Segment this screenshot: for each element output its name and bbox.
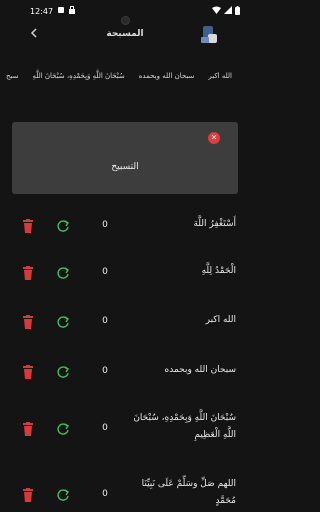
dhikr-text: الله اكبر bbox=[205, 315, 236, 325]
dhikr-chip[interactable]: سُبْحَانَ اللَّهِ وَبِحَمْدِهِ، سُبْحَان… bbox=[33, 72, 125, 80]
delete-icon[interactable] bbox=[22, 365, 34, 379]
dhikr-text: الْحَمْدُ لِلَّهِ bbox=[201, 266, 236, 276]
dhikr-row[interactable]: 0 اللهم صَلِّ وسَلِّمْ عَلَى نَبِيِّنَا … bbox=[0, 470, 250, 512]
dhikr-row[interactable]: 0 الْحَمْدُ لِلَّهِ bbox=[0, 253, 250, 293]
reset-icon[interactable] bbox=[56, 219, 70, 233]
dhikr-chip-list[interactable]: الله اكبر سبحان الله وبحمده سُبْحَانَ ال… bbox=[0, 68, 250, 84]
dhikr-count: 0 bbox=[102, 423, 108, 433]
dhikr-count: 0 bbox=[102, 267, 108, 277]
dhikr-chip[interactable]: الله اكبر bbox=[208, 72, 232, 80]
dhikr-row[interactable]: 0 أَسْتَغْفِرُ اللَّهَ bbox=[0, 206, 250, 246]
signal-icon bbox=[224, 6, 232, 16]
status-time: 12:47 bbox=[30, 6, 54, 16]
status-lock-icon bbox=[69, 6, 76, 16]
dhikr-count: 0 bbox=[102, 316, 108, 326]
reset-icon[interactable] bbox=[56, 488, 70, 502]
dhikr-row[interactable]: 0 سُبْحَانَ اللَّهِ وَبِحَمْدِهِ، سُبْحَ… bbox=[0, 404, 250, 454]
dhikr-count: 0 bbox=[102, 366, 108, 376]
dhikr-count: 0 bbox=[102, 220, 108, 230]
reset-icon[interactable] bbox=[56, 422, 70, 436]
battery-icon bbox=[235, 5, 240, 17]
back-button[interactable] bbox=[26, 26, 42, 42]
close-icon[interactable]: ✕ bbox=[208, 132, 220, 144]
dhikr-text: أَسْتَغْفِرُ اللَّهَ bbox=[193, 219, 236, 229]
status-notification-icon bbox=[57, 6, 65, 16]
delete-icon[interactable] bbox=[22, 266, 34, 280]
delete-icon[interactable] bbox=[22, 488, 34, 502]
dhikr-text: سبحان الله وبحمده bbox=[164, 365, 237, 375]
dhikr-row[interactable]: 0 الله اكبر bbox=[0, 302, 250, 342]
dhikr-count: 0 bbox=[102, 489, 108, 499]
dhikr-chip[interactable]: سبحان الله وبحمده bbox=[139, 72, 195, 80]
delete-icon[interactable] bbox=[22, 219, 34, 233]
panel-dhikr-text: التسبيح bbox=[111, 162, 139, 172]
app-logo-icon bbox=[200, 24, 218, 44]
app-bar: المسبحة bbox=[0, 22, 250, 46]
dhikr-row[interactable]: 0 سبحان الله وبحمده bbox=[0, 352, 250, 392]
reset-icon[interactable] bbox=[56, 266, 70, 280]
chevron-left-icon bbox=[30, 28, 37, 38]
dhikr-text: اللهم صَلِّ وسَلِّمْ عَلَى نَبِيِّنَا مُ… bbox=[141, 479, 236, 506]
wifi-icon bbox=[212, 6, 221, 16]
selected-dhikr-panel: ✕ التسبيح bbox=[12, 122, 238, 194]
reset-icon[interactable] bbox=[56, 365, 70, 379]
dhikr-chip[interactable]: سبح bbox=[6, 72, 19, 80]
reset-icon[interactable] bbox=[56, 315, 70, 329]
dhikr-text: سُبْحَانَ اللَّهِ وَبِحَمْدِهِ، سُبْحَان… bbox=[133, 413, 236, 440]
page-title: المسبحة bbox=[106, 29, 144, 39]
delete-icon[interactable] bbox=[22, 422, 34, 436]
delete-icon[interactable] bbox=[22, 315, 34, 329]
